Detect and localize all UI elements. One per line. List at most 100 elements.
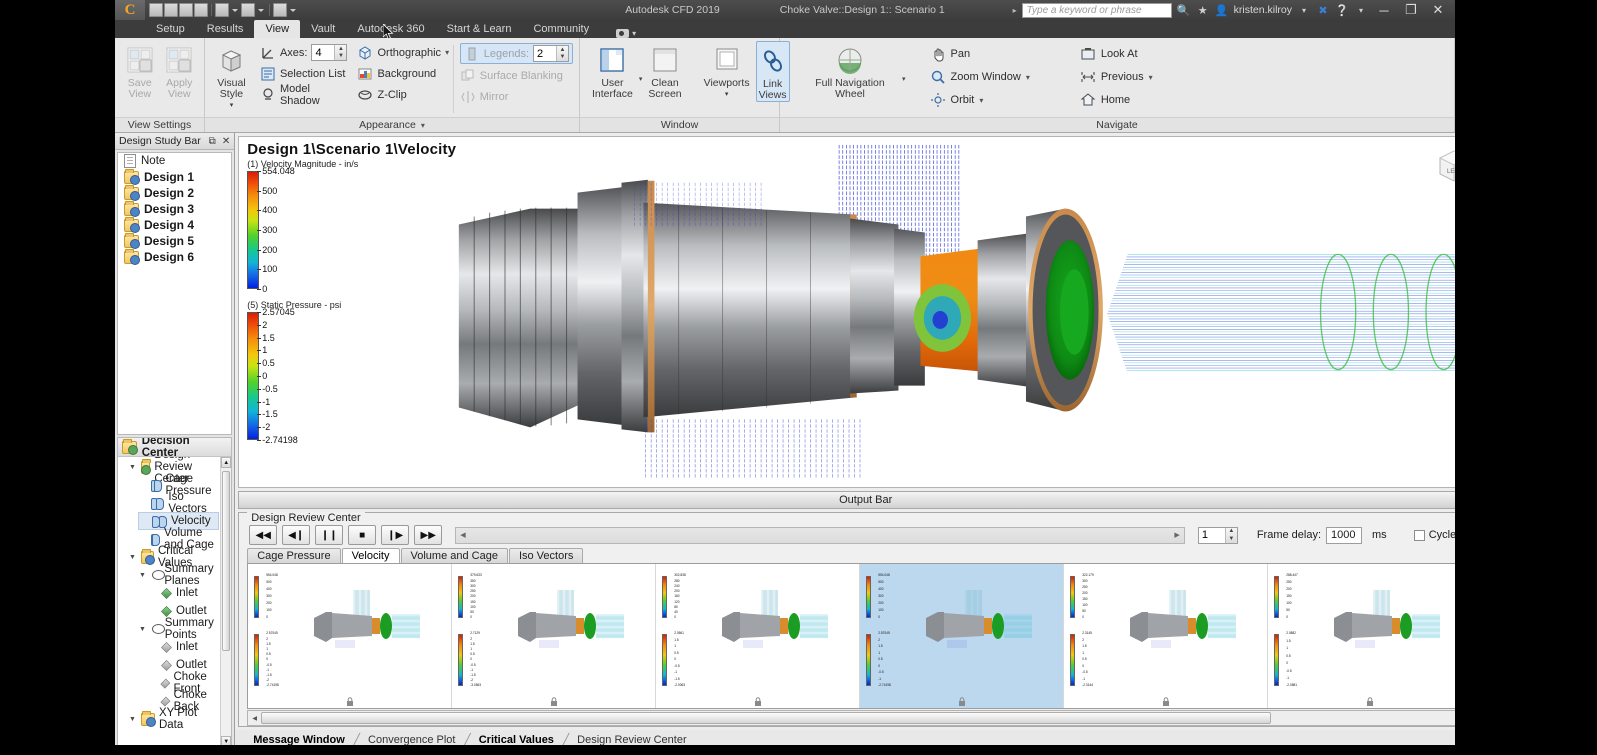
screenshot-tool-group[interactable]: ▾ bbox=[616, 29, 636, 38]
thumbnail[interactable]: 302.838 280 240 200 160 120 80 40 0 2.0561 1.5 1 0.5… bbox=[656, 564, 861, 708]
axes-input[interactable] bbox=[312, 45, 335, 60]
drc-tab-iso-vectors[interactable]: Iso Vectors bbox=[508, 548, 584, 563]
search-icon[interactable]: 🔍 bbox=[1177, 4, 1191, 17]
decision-center-scrollbar[interactable]: ▲ ▼ bbox=[220, 457, 232, 745]
cycle-checkbox[interactable] bbox=[1413, 529, 1425, 541]
design-study-item[interactable]: Design 6 bbox=[118, 248, 231, 265]
legends-stepper-arrows[interactable]: ▲ ▼ bbox=[556, 46, 568, 61]
new-file-icon[interactable] bbox=[149, 3, 163, 17]
legends-input[interactable] bbox=[534, 46, 556, 61]
step-forward-button[interactable]: ❙▶ bbox=[381, 525, 410, 545]
orbit-dropdown-icon[interactable]: ▾ bbox=[979, 96, 983, 105]
close-button[interactable]: ✕ bbox=[1427, 2, 1449, 18]
expander-icon[interactable]: ▼ bbox=[128, 554, 137, 561]
bottom-tab-convergence-plot[interactable]: Convergence Plot bbox=[360, 734, 463, 745]
tree-node[interactable]: ▼ XY Plot Data bbox=[128, 707, 219, 731]
redo-icon[interactable] bbox=[241, 3, 255, 17]
model-shadow-row[interactable]: Model Shadow bbox=[260, 83, 348, 107]
design-review-tabs[interactable]: Cage Pressure Velocity Volume and Cage Iso … bbox=[239, 547, 1455, 564]
slider-left-arrow-icon[interactable]: ◀ bbox=[460, 531, 465, 539]
frame-stepper-arrows[interactable]: ▲ ▼ bbox=[1224, 527, 1237, 543]
search-expand-icon[interactable]: ▸ bbox=[1013, 6, 1017, 15]
thumbnail[interactable]: 554.048 500 400 300 200 100 0 2.57045 2 1.5 1 0.5 0-… bbox=[248, 564, 453, 708]
stop-button[interactable]: ■ bbox=[348, 525, 377, 545]
zoom-window-dropdown-icon[interactable]: ▾ bbox=[1026, 73, 1030, 82]
design-study-item[interactable]: Note bbox=[118, 153, 231, 169]
thumbnail-horizontal-scrollbar[interactable]: ◀ ▶ bbox=[247, 710, 1455, 726]
qat-overflow-icon[interactable] bbox=[290, 8, 296, 12]
tab-view[interactable]: View bbox=[254, 20, 301, 38]
expander-icon[interactable]: ▼ bbox=[138, 572, 147, 579]
help-star-icon[interactable]: ★ bbox=[1196, 4, 1210, 17]
design-study-list[interactable]: Note Design 1 Design 2 Design 3 Design 4 Desi… bbox=[117, 152, 233, 435]
z-clip-row[interactable]: Z-Clip bbox=[357, 85, 449, 104]
design-study-item[interactable]: Design 5 bbox=[118, 232, 231, 249]
camera-icon[interactable] bbox=[616, 29, 630, 38]
look-at-row[interactable]: Look At bbox=[1080, 44, 1153, 64]
design-study-item[interactable]: Design 2 bbox=[118, 184, 231, 201]
tree-node[interactable]: ▼ Summary Planes bbox=[138, 563, 219, 587]
hscroll-thumb[interactable] bbox=[261, 712, 1272, 724]
thumbnail[interactable]: 322.179 300 250 200 150 100 50 0 2.3145 2 1.5 1 0.5 0… bbox=[1064, 564, 1269, 708]
visual-style-button[interactable]: Visual Style ▾ bbox=[211, 41, 252, 111]
maximize-button[interactable]: ❐ bbox=[1400, 2, 1422, 18]
step-back-button[interactable]: ◀❙ bbox=[282, 525, 311, 545]
design-study-item[interactable]: Design 3 bbox=[118, 200, 231, 217]
orbit-row[interactable]: Orbit ▾ bbox=[930, 90, 1030, 110]
view-cube[interactable]: LEFT bbox=[1434, 145, 1455, 185]
thumbnail-lock-icon[interactable] bbox=[958, 697, 966, 706]
axes-stepper-arrows[interactable]: ▲ ▼ bbox=[334, 45, 347, 60]
expander-icon[interactable]: ▼ bbox=[138, 626, 147, 633]
search-input[interactable]: Type a keyword or phrase bbox=[1021, 2, 1172, 18]
output-bar[interactable]: Output Bar bbox=[238, 491, 1455, 509]
bottom-tab-bar[interactable]: Message Window ╱ Convergence Plot ╱ Critical… bbox=[235, 730, 1455, 745]
fast-forward-button[interactable]: ▶▶ bbox=[414, 525, 443, 545]
frame-slider[interactable]: ◀ ▶ bbox=[455, 526, 1185, 545]
tab-results[interactable]: Results bbox=[196, 20, 255, 38]
pause-button[interactable]: ❙❙ bbox=[315, 525, 344, 545]
drc-tab-velocity[interactable]: Velocity bbox=[341, 548, 400, 564]
viewports-dropdown-icon[interactable]: ▾ bbox=[725, 89, 729, 100]
visual-style-dropdown-icon[interactable]: ▾ bbox=[230, 100, 234, 111]
user-name[interactable]: kristen.kilroy bbox=[1234, 4, 1292, 16]
legends-control-group[interactable]: Legends: ▲▼ bbox=[459, 43, 573, 64]
undo-dropdown-icon[interactable] bbox=[232, 8, 238, 12]
camera-dropdown-icon[interactable]: ▾ bbox=[632, 29, 636, 38]
frame-number-stepper[interactable]: ▲▼ bbox=[1197, 526, 1238, 544]
bottom-tab-critical-values[interactable]: Critical Values bbox=[471, 734, 562, 745]
bottom-tab-design-review-center[interactable]: Design Review Center bbox=[569, 734, 694, 745]
legends-down-icon[interactable]: ▼ bbox=[557, 54, 568, 62]
thumbnail-lock-icon[interactable] bbox=[1162, 697, 1170, 706]
design-study-item[interactable]: Design 1 bbox=[118, 168, 231, 185]
thumbnail-lock-icon[interactable] bbox=[1366, 697, 1374, 706]
viewports-button[interactable]: Viewports ▾ bbox=[704, 41, 750, 100]
3d-viewport[interactable]: Design 1\Scenario 1\Velocity (1) Velocit… bbox=[238, 136, 1455, 488]
minimize-button[interactable]: ─ bbox=[1373, 3, 1395, 18]
tree-node[interactable]: ▼ Summary Points bbox=[138, 617, 219, 641]
tab-start-and-learn[interactable]: Start & Learn bbox=[436, 20, 523, 38]
home-row[interactable]: Home bbox=[1080, 90, 1153, 110]
bottom-tab-message-window[interactable]: Message Window bbox=[245, 734, 353, 745]
tab-autodesk-360[interactable]: Autodesk 360 bbox=[346, 20, 435, 38]
legends-up-icon[interactable]: ▲ bbox=[557, 46, 568, 54]
user-interface-button[interactable]: User Interface bbox=[592, 41, 633, 100]
thumbnail[interactable]: 288.447 250 200 150 100 50 0 2.0882 1.5 1 0.5 0 -0.5… bbox=[1268, 564, 1455, 708]
save-icon[interactable] bbox=[179, 3, 193, 17]
expander-icon[interactable]: ▼ bbox=[128, 464, 137, 471]
apply-view-button[interactable]: Apply View bbox=[161, 41, 199, 100]
open-file-icon[interactable] bbox=[164, 3, 178, 17]
scroll-up-icon[interactable]: ▲ bbox=[221, 457, 232, 468]
exchange-app-icon[interactable]: ✖ bbox=[1316, 4, 1330, 17]
help-dropdown-icon[interactable]: ▾ bbox=[1354, 6, 1368, 15]
tab-vault[interactable]: Vault bbox=[300, 20, 346, 38]
thumbnail-lock-icon[interactable] bbox=[550, 697, 558, 706]
decision-center-tree[interactable]: ▼Design Review CenterCage PressureIso Ve… bbox=[118, 457, 232, 745]
pan-row[interactable]: Pan bbox=[930, 44, 1030, 64]
thumbnail-list[interactable]: 554.048 500 400 300 200 100 0 2.57045 2 1.5 1 0.5 0-… bbox=[248, 564, 1455, 708]
orthographic-dropdown-icon[interactable]: ▾ bbox=[445, 48, 449, 57]
save-view-button[interactable]: Save View bbox=[121, 41, 159, 100]
scrollbar-thumb[interactable] bbox=[222, 471, 231, 651]
decision-center-header[interactable]: Decision Center bbox=[118, 438, 232, 459]
drc-tab-volume-and-cage[interactable]: Volume and Cage bbox=[400, 548, 508, 563]
background-row[interactable]: Background bbox=[357, 64, 449, 83]
